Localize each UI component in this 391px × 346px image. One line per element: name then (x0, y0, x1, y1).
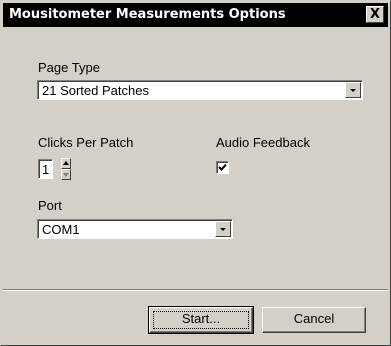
checkmark-icon (218, 163, 227, 171)
chevron-down-icon[interactable] (215, 221, 231, 237)
page-type-value: 21 Sorted Patches (42, 83, 149, 98)
close-button[interactable]: X (366, 6, 384, 23)
window-title: Mousitometer Measurements Options (9, 7, 286, 22)
divider (3, 289, 388, 291)
port-dropdown[interactable]: COM1 (37, 219, 233, 239)
clicks-per-patch-input[interactable]: 1 (38, 159, 53, 179)
audio-feedback-label: Audio Feedback (216, 135, 310, 150)
arrow-down-icon[interactable] (61, 169, 71, 180)
start-button[interactable]: Start... (148, 306, 254, 334)
title-bar[interactable]: Mousitometer Measurements Options X (3, 3, 388, 27)
page-type-label: Page Type (38, 60, 100, 75)
clicks-per-patch-label: Clicks Per Patch (38, 135, 134, 150)
page-type-dropdown[interactable]: 21 Sorted Patches (37, 80, 363, 100)
clicks-per-patch-value: 1 (42, 162, 50, 177)
cancel-button[interactable]: Cancel (262, 307, 366, 333)
port-label: Port (38, 198, 62, 213)
arrow-up-icon[interactable] (61, 158, 71, 169)
start-button-label: Start... (181, 311, 221, 326)
cancel-button-label: Cancel (293, 311, 335, 326)
close-icon: X (369, 7, 381, 22)
chevron-down-icon[interactable] (345, 82, 361, 98)
audio-feedback-checkbox[interactable] (216, 161, 229, 174)
clicks-per-patch-spinner[interactable] (61, 158, 71, 180)
port-value: COM1 (42, 222, 80, 237)
options-dialog: Mousitometer Measurements Options X Page… (0, 0, 391, 346)
